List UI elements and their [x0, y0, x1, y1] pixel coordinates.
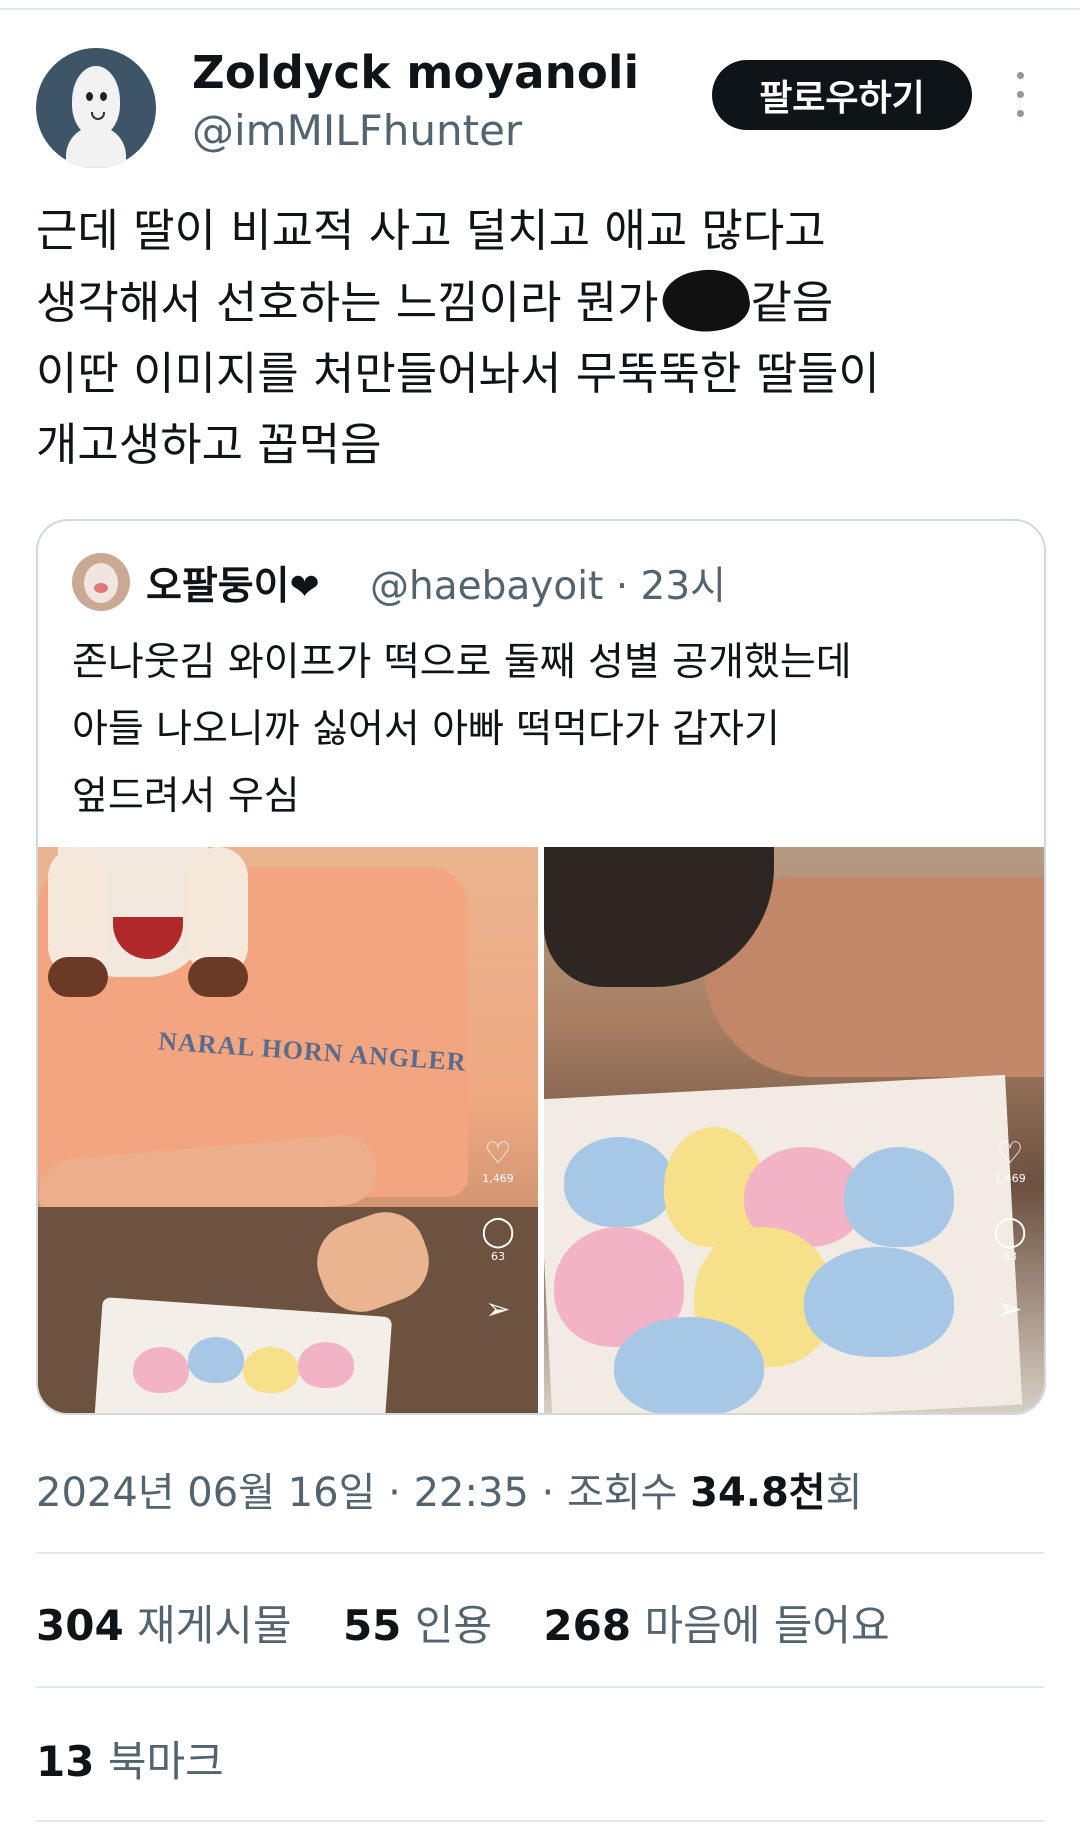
tweet-text: 근데 딸이 비교적 사고 덜치고 애교 많다고 생각해서 선호하는 느낌이라 뭔…	[36, 195, 1046, 480]
bookmark-count[interactable]: 13	[36, 1737, 94, 1786]
quote-handle-time: @haebayoit · 23시	[370, 564, 727, 609]
heart-emoji: ❤	[289, 567, 320, 608]
bookmark-stats: 13 북마크	[36, 1728, 224, 1789]
retweet-label[interactable]: 재게시물	[137, 1601, 292, 1650]
like-label[interactable]: 마음에 들어요	[644, 1601, 889, 1650]
quote-line: 존나웃김 와이프가 떡으로 둘째 성별 공개했는데	[72, 640, 852, 685]
quote-line: 아들 나오니까 싫어서 아빠 떡먹다가 갑자기	[72, 707, 780, 752]
author-display-name[interactable]: Zoldyck moyanoli	[192, 46, 639, 99]
comment-icon: ◯ 63	[993, 1214, 1027, 1264]
view-suffix: 회	[825, 1470, 863, 1516]
tweet-line: 근데 딸이 비교적 사고 덜치고 애교 많다고	[36, 204, 826, 257]
quote-photo-1[interactable]: NARAL HORN ANGLER ♡ 1,469 ◯ 63 ➢	[38, 847, 538, 1413]
top-divider	[0, 8, 1080, 10]
engagement-stats: 304 재게시물 55 인용 268 마음에 들어요	[36, 1592, 928, 1653]
tweet-line: 생각해서 선호하는 느낌이라 뭔가 같음	[36, 266, 1046, 338]
redaction-scribble	[659, 266, 751, 332]
quote-text: 존나웃김 와이프가 떡으로 둘째 성별 공개했는데 아들 나오니까 싫어서 아빠…	[72, 629, 1012, 830]
quote-line: 엎드려서 우심	[72, 774, 300, 819]
divider	[36, 1820, 1044, 1822]
heart-icon: ♡ 1,469	[994, 1136, 1026, 1186]
tweet-date: 2024년 06월 16일 · 22:35 · 조회수	[36, 1470, 678, 1516]
tweet-line: 개고생하고 꼽먹음	[36, 418, 382, 471]
quote-count[interactable]: 55	[343, 1601, 401, 1650]
bookmark-label[interactable]: 북마크	[108, 1737, 224, 1786]
quote-display-name[interactable]: 오팔둥이❤	[146, 555, 320, 611]
quote-name-text: 오팔둥이	[146, 564, 290, 609]
tweet-meta: 2024년 06월 16일 · 22:35 · 조회수 34.8천회	[36, 1460, 862, 1518]
heart-icon: ♡ 1,469	[482, 1136, 514, 1186]
quote-label[interactable]: 인용	[415, 1601, 492, 1650]
view-count: 34.8천	[690, 1470, 826, 1516]
divider	[36, 1686, 1044, 1688]
tweet-line-part: 생각해서 선호하는 느낌이라 뭔가	[36, 276, 659, 329]
quote-photo-2[interactable]: ♡ 1,469 ◯ 63 ➢	[544, 847, 1044, 1413]
quote-avatar[interactable]	[72, 553, 130, 611]
tweet-line: 이딴 이미지를 처만들어놔서 무뚝뚝한 딸들이	[36, 347, 880, 400]
author-avatar[interactable]	[36, 48, 156, 168]
share-icon: ➢	[997, 1292, 1023, 1327]
quoted-tweet-card[interactable]: 오팔둥이❤ @haebayoit · 23시 존나웃김 와이프가 떡으로 둘째 …	[36, 519, 1046, 1415]
author-handle[interactable]: @imMILFhunter	[192, 106, 522, 155]
retweet-count[interactable]: 304	[36, 1601, 124, 1650]
follow-button[interactable]: 팔로우하기	[712, 60, 972, 130]
comment-icon: ◯ 63	[481, 1214, 515, 1264]
tweet-line-part: 같음	[750, 276, 834, 329]
share-icon: ➢	[485, 1292, 511, 1327]
more-icon[interactable]	[1010, 72, 1030, 118]
divider	[36, 1552, 1044, 1554]
like-count[interactable]: 268	[543, 1601, 631, 1650]
